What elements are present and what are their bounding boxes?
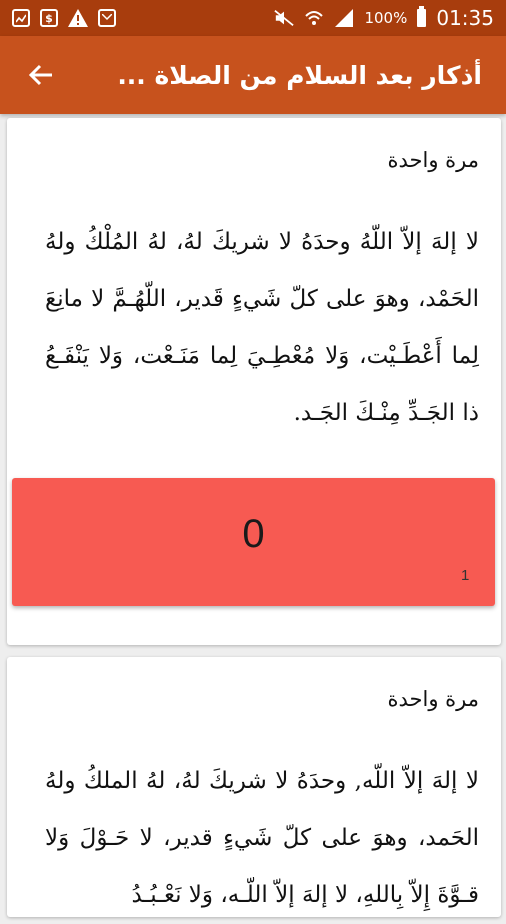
dhikr-text: لا إلهَ إلاّ اللّهُ وحدَهُ لا شريكَ لهُ،… xyxy=(45,229,479,426)
status-system: 100% 01:35 xyxy=(274,6,494,30)
dollar-icon: $ xyxy=(40,9,58,27)
status-bar: $ 100% 01:35 xyxy=(0,0,506,36)
mail-icon xyxy=(98,9,116,27)
counter-button[interactable]: 0 1 xyxy=(12,478,495,606)
back-button[interactable] xyxy=(26,60,56,90)
battery-icon xyxy=(417,6,427,27)
dhikr-card: مرة واحدة لا إلهَ إلاّ اللّهُ وحدَهُ لا … xyxy=(7,118,501,645)
mute-icon xyxy=(274,8,295,28)
status-notifications: $ xyxy=(12,8,116,28)
status-time: 01:35 xyxy=(436,6,494,30)
signal-icon xyxy=(334,8,354,28)
counter-target: 1 xyxy=(461,567,470,584)
counter-value: 0 xyxy=(242,512,265,556)
arrow-back-icon xyxy=(28,64,52,86)
repeat-count-label: مرة واحدة xyxy=(387,148,480,172)
app-bar: أذكار بعد السلام من الصلاة ... xyxy=(0,36,506,114)
wifi-icon xyxy=(304,8,324,28)
page-title: أذكار بعد السلام من الصلاة ... xyxy=(117,60,482,90)
gallery-icon xyxy=(12,9,30,27)
warning-icon xyxy=(68,8,88,28)
dhikr-card: مرة واحدة لا إلهَ إلاّ اللّه, وحدَهُ لا … xyxy=(7,657,501,917)
dhikr-text: لا إلهَ إلاّ اللّه, وحدَهُ لا شريكَ لهُ،… xyxy=(45,768,479,908)
repeat-count-label: مرة واحدة xyxy=(387,687,480,711)
battery-percent: 100% xyxy=(364,9,408,27)
